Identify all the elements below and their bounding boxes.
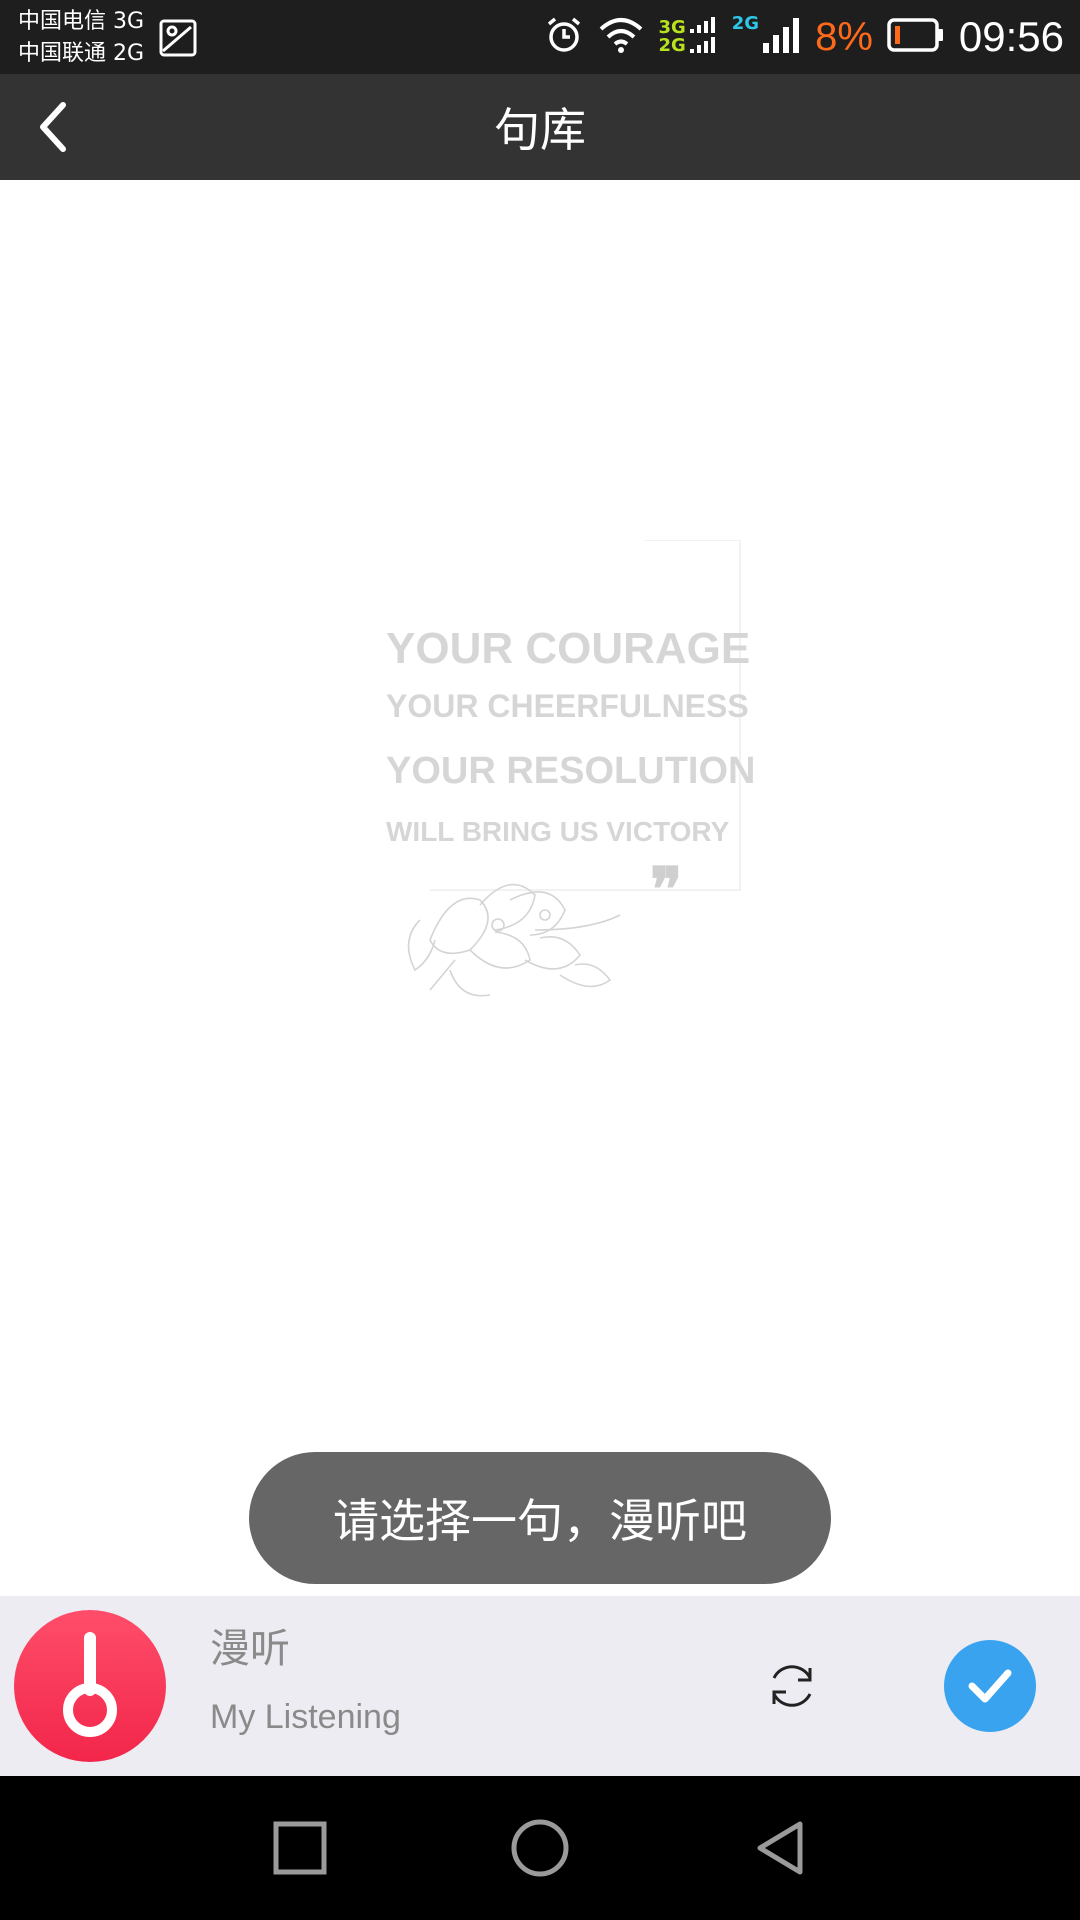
- quote-line-1: YOUR COURAGE: [386, 624, 751, 673]
- quote-line-3: YOUR RESOLUTION: [386, 750, 756, 792]
- home-button[interactable]: [490, 1798, 590, 1898]
- quote-line-4: WILL BRING US VICTORY: [386, 816, 730, 847]
- signal-icon: [761, 15, 801, 59]
- square-recents-icon: [273, 1821, 327, 1875]
- status-bar: 中国电信 3G 中国联通 2G 3G 2G 2G 8% 09:56: [0, 0, 1080, 74]
- player-title: 漫听: [210, 1626, 290, 1672]
- empty-state-quote-illustration: YOUR COURAGE YOUR CHEERFULNESS YOUR RESO…: [360, 540, 755, 1100]
- alarm-icon: [544, 15, 584, 59]
- gallery-icon: [158, 18, 198, 62]
- system-navigation-bar: [0, 1776, 1080, 1920]
- net-type-tag-2: 2G: [731, 13, 760, 34]
- quote-mark-icon: ❞: [650, 856, 683, 923]
- headphones-icon: [63, 1632, 117, 1737]
- app-bar: 句库: [0, 74, 1080, 180]
- back-nav-button[interactable]: [730, 1798, 830, 1898]
- confirm-button[interactable]: [944, 1640, 1036, 1732]
- dual-signal-icon: [688, 15, 718, 59]
- refresh-button[interactable]: [756, 1650, 828, 1722]
- carrier-info: 中国电信 3G 中国联通 2G: [18, 6, 144, 70]
- carrier-2: 中国联通 2G: [18, 41, 145, 66]
- triangle-back-icon: [757, 1821, 803, 1875]
- check-icon: [968, 1669, 1012, 1703]
- clock: 09:56: [958, 13, 1064, 60]
- recents-button[interactable]: [250, 1798, 350, 1898]
- net-type-tag-1: 3G 2G: [658, 17, 686, 56]
- signal-group-1: 3G 2G: [658, 15, 717, 59]
- toast-message: 请选择一句，漫听吧: [249, 1452, 831, 1584]
- circle-home-icon: [511, 1819, 569, 1877]
- status-icons: 3G 2G 2G 8% 09:56: [544, 0, 1064, 74]
- sentence-content-area: YOUR COURAGE YOUR CHEERFULNESS YOUR RESO…: [0, 180, 1080, 1596]
- signal-group-2: 2G: [732, 15, 801, 59]
- quote-line-2: YOUR CHEERFULNESS: [386, 688, 749, 724]
- player-bar[interactable]: 漫听 My Listening: [0, 1596, 1080, 1776]
- page-title: 句库: [494, 103, 586, 157]
- refresh-icon: [772, 1665, 812, 1707]
- wifi-icon: [598, 15, 644, 59]
- carrier-1: 中国电信 3G: [18, 9, 145, 34]
- player-subtitle: My Listening: [210, 1698, 401, 1736]
- player-logo[interactable]: [14, 1610, 166, 1762]
- battery-percent: 8%: [815, 14, 873, 59]
- battery-icon: [887, 15, 945, 59]
